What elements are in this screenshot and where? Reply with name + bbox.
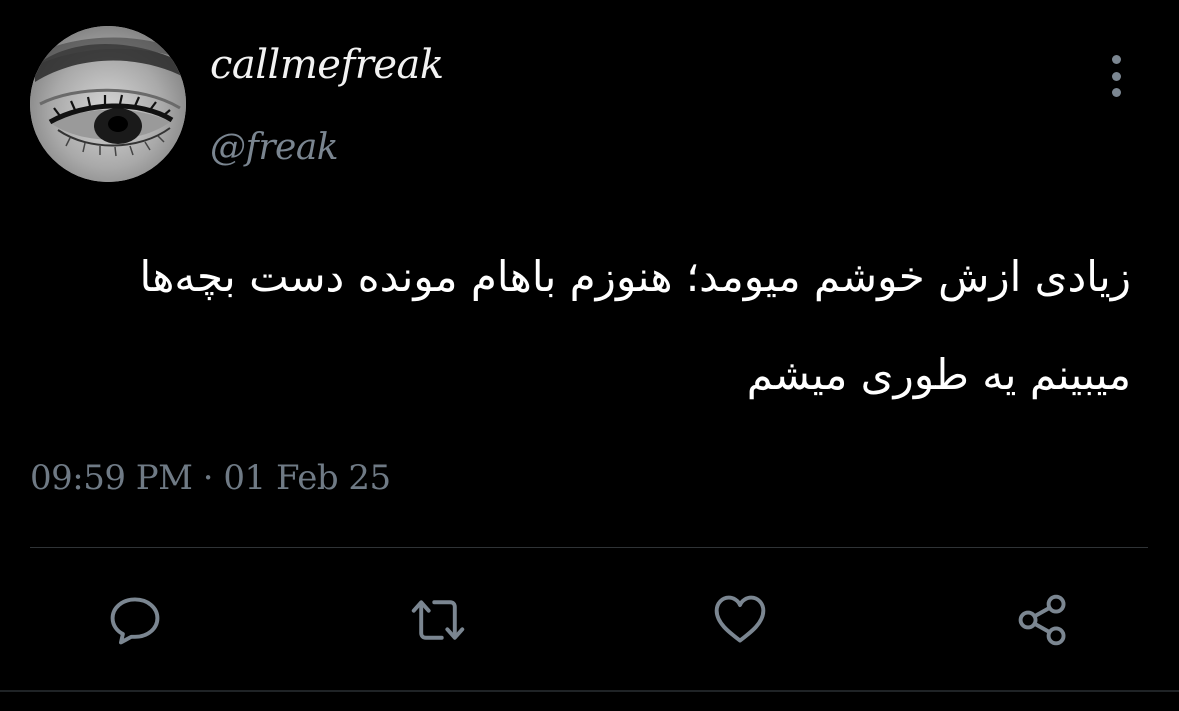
tweet-text-line: زیادی ازش خوشم میومد؛ هنوزم باهام مونده … [139,252,1131,301]
tweet-text-line: میبینم یه طوری میشم [746,350,1131,399]
eye-photo [30,26,186,182]
bottom-divider [0,690,1179,692]
share-nodes-icon [1018,594,1066,646]
more-options-icon[interactable] [1101,55,1131,97]
tweet-timestamp[interactable]: 09:59 PM · 01 Feb 25 [30,458,391,498]
retweet-button[interactable] [408,590,468,650]
heart-icon [714,595,766,643]
more-dot [1111,71,1121,81]
retweet-arrows-icon [411,600,465,640]
reply-button[interactable] [105,590,165,650]
divider [30,547,1148,548]
more-dot [1111,55,1121,64]
avatar[interactable] [30,26,186,182]
tweet-text: زیادی ازش خوشم میومد؛ هنوزم باهام مونده … [30,228,1131,424]
share-button[interactable] [1013,590,1073,650]
user-handle[interactable]: @freak [210,127,339,168]
action-bar [0,590,1179,650]
display-name[interactable]: callmefreak [210,42,444,88]
speech-bubble-icon [110,597,160,645]
like-button[interactable] [710,590,770,650]
tweet-card: callmefreak @freak زیادی ازش خوشم میومد؛… [0,0,1179,711]
more-dot [1111,88,1121,97]
